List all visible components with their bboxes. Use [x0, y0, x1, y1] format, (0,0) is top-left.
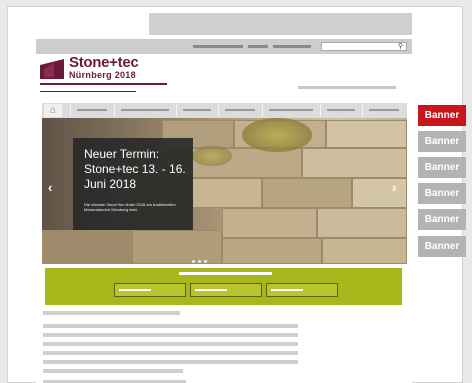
brand-name[interactable]: Stone+tec — [69, 54, 139, 71]
side-banner[interactable]: Banner — [418, 236, 466, 257]
promo-heading-placeholder — [179, 272, 272, 275]
stone-block — [317, 208, 407, 238]
stone-block — [222, 208, 317, 238]
text-line-placeholder — [43, 360, 298, 364]
logo-icon[interactable] — [40, 57, 64, 79]
search-input[interactable]: ⚲ — [321, 42, 407, 51]
stone-block — [262, 178, 352, 208]
slider-dots — [192, 250, 210, 264]
hero-slider[interactable]: Neuer Termin: Stone+tec 13. - 16. Juni 2… — [42, 118, 407, 264]
search-icon[interactable]: ⚲ — [398, 43, 403, 51]
text-line-placeholder — [43, 351, 298, 355]
promo-bar — [45, 268, 402, 305]
side-banner[interactable]: Banner — [418, 209, 466, 230]
brand-edition: Nürnberg 2018 — [69, 70, 136, 80]
stone-block — [192, 178, 262, 208]
home-icon[interactable]: ⌂ — [44, 104, 62, 117]
logo-divider — [40, 83, 167, 85]
stone-block — [326, 120, 407, 148]
nav-item[interactable] — [70, 104, 113, 117]
text-line-placeholder — [43, 333, 298, 337]
top-ad-placeholder[interactable] — [149, 13, 412, 35]
stone-block — [42, 230, 132, 264]
next-arrow-icon[interactable]: › — [392, 181, 396, 194]
slider-dot[interactable] — [198, 260, 201, 263]
utility-link[interactable] — [273, 45, 311, 48]
stone-block — [222, 238, 322, 264]
nav-item[interactable] — [262, 104, 319, 117]
moss-texture — [242, 118, 312, 152]
logo-divider — [40, 91, 136, 92]
main-navigation: ⌂ — [42, 103, 407, 118]
utility-bar: ⚲ — [36, 39, 412, 54]
side-banner[interactable]: Banner — [418, 131, 466, 152]
side-banner[interactable]: Banner — [418, 105, 466, 126]
site-page: ⚲ Stone+tec Nürnberg 2018 ⌂ Neuer Termin… — [36, 39, 412, 383]
text-line-placeholder — [43, 369, 183, 373]
text-line-placeholder — [43, 324, 298, 328]
nav-item[interactable] — [320, 104, 361, 117]
slider-dot[interactable] — [192, 260, 195, 263]
promo-button[interactable] — [190, 283, 262, 297]
stone-block — [302, 148, 407, 178]
stone-block — [352, 178, 407, 208]
side-banner[interactable]: Banner — [418, 183, 466, 204]
nav-item[interactable] — [218, 104, 261, 117]
nav-item[interactable] — [176, 104, 217, 117]
slider-dot[interactable] — [204, 260, 207, 263]
hero-title[interactable]: Neuer Termin: Stone+tec 13. - 16. Juni 2… — [84, 147, 188, 192]
moss-texture — [192, 146, 232, 166]
nav-item[interactable] — [362, 104, 405, 117]
hero-text: Die nächste Stone+tec findet 2018 am tra… — [84, 202, 176, 212]
section-heading-placeholder — [43, 311, 180, 315]
nav-item[interactable] — [114, 104, 175, 117]
stone-block — [322, 238, 407, 264]
header-link-placeholder[interactable] — [298, 86, 396, 89]
hero-caption: Neuer Termin: Stone+tec 13. - 16. Juni 2… — [73, 138, 193, 230]
utility-link[interactable] — [248, 45, 268, 48]
promo-button[interactable] — [266, 283, 338, 297]
prev-arrow-icon[interactable]: ‹ — [48, 181, 52, 194]
side-banner[interactable]: Banner — [418, 157, 466, 178]
promo-button[interactable] — [114, 283, 186, 297]
text-line-placeholder — [43, 342, 298, 346]
utility-link[interactable] — [193, 45, 243, 48]
